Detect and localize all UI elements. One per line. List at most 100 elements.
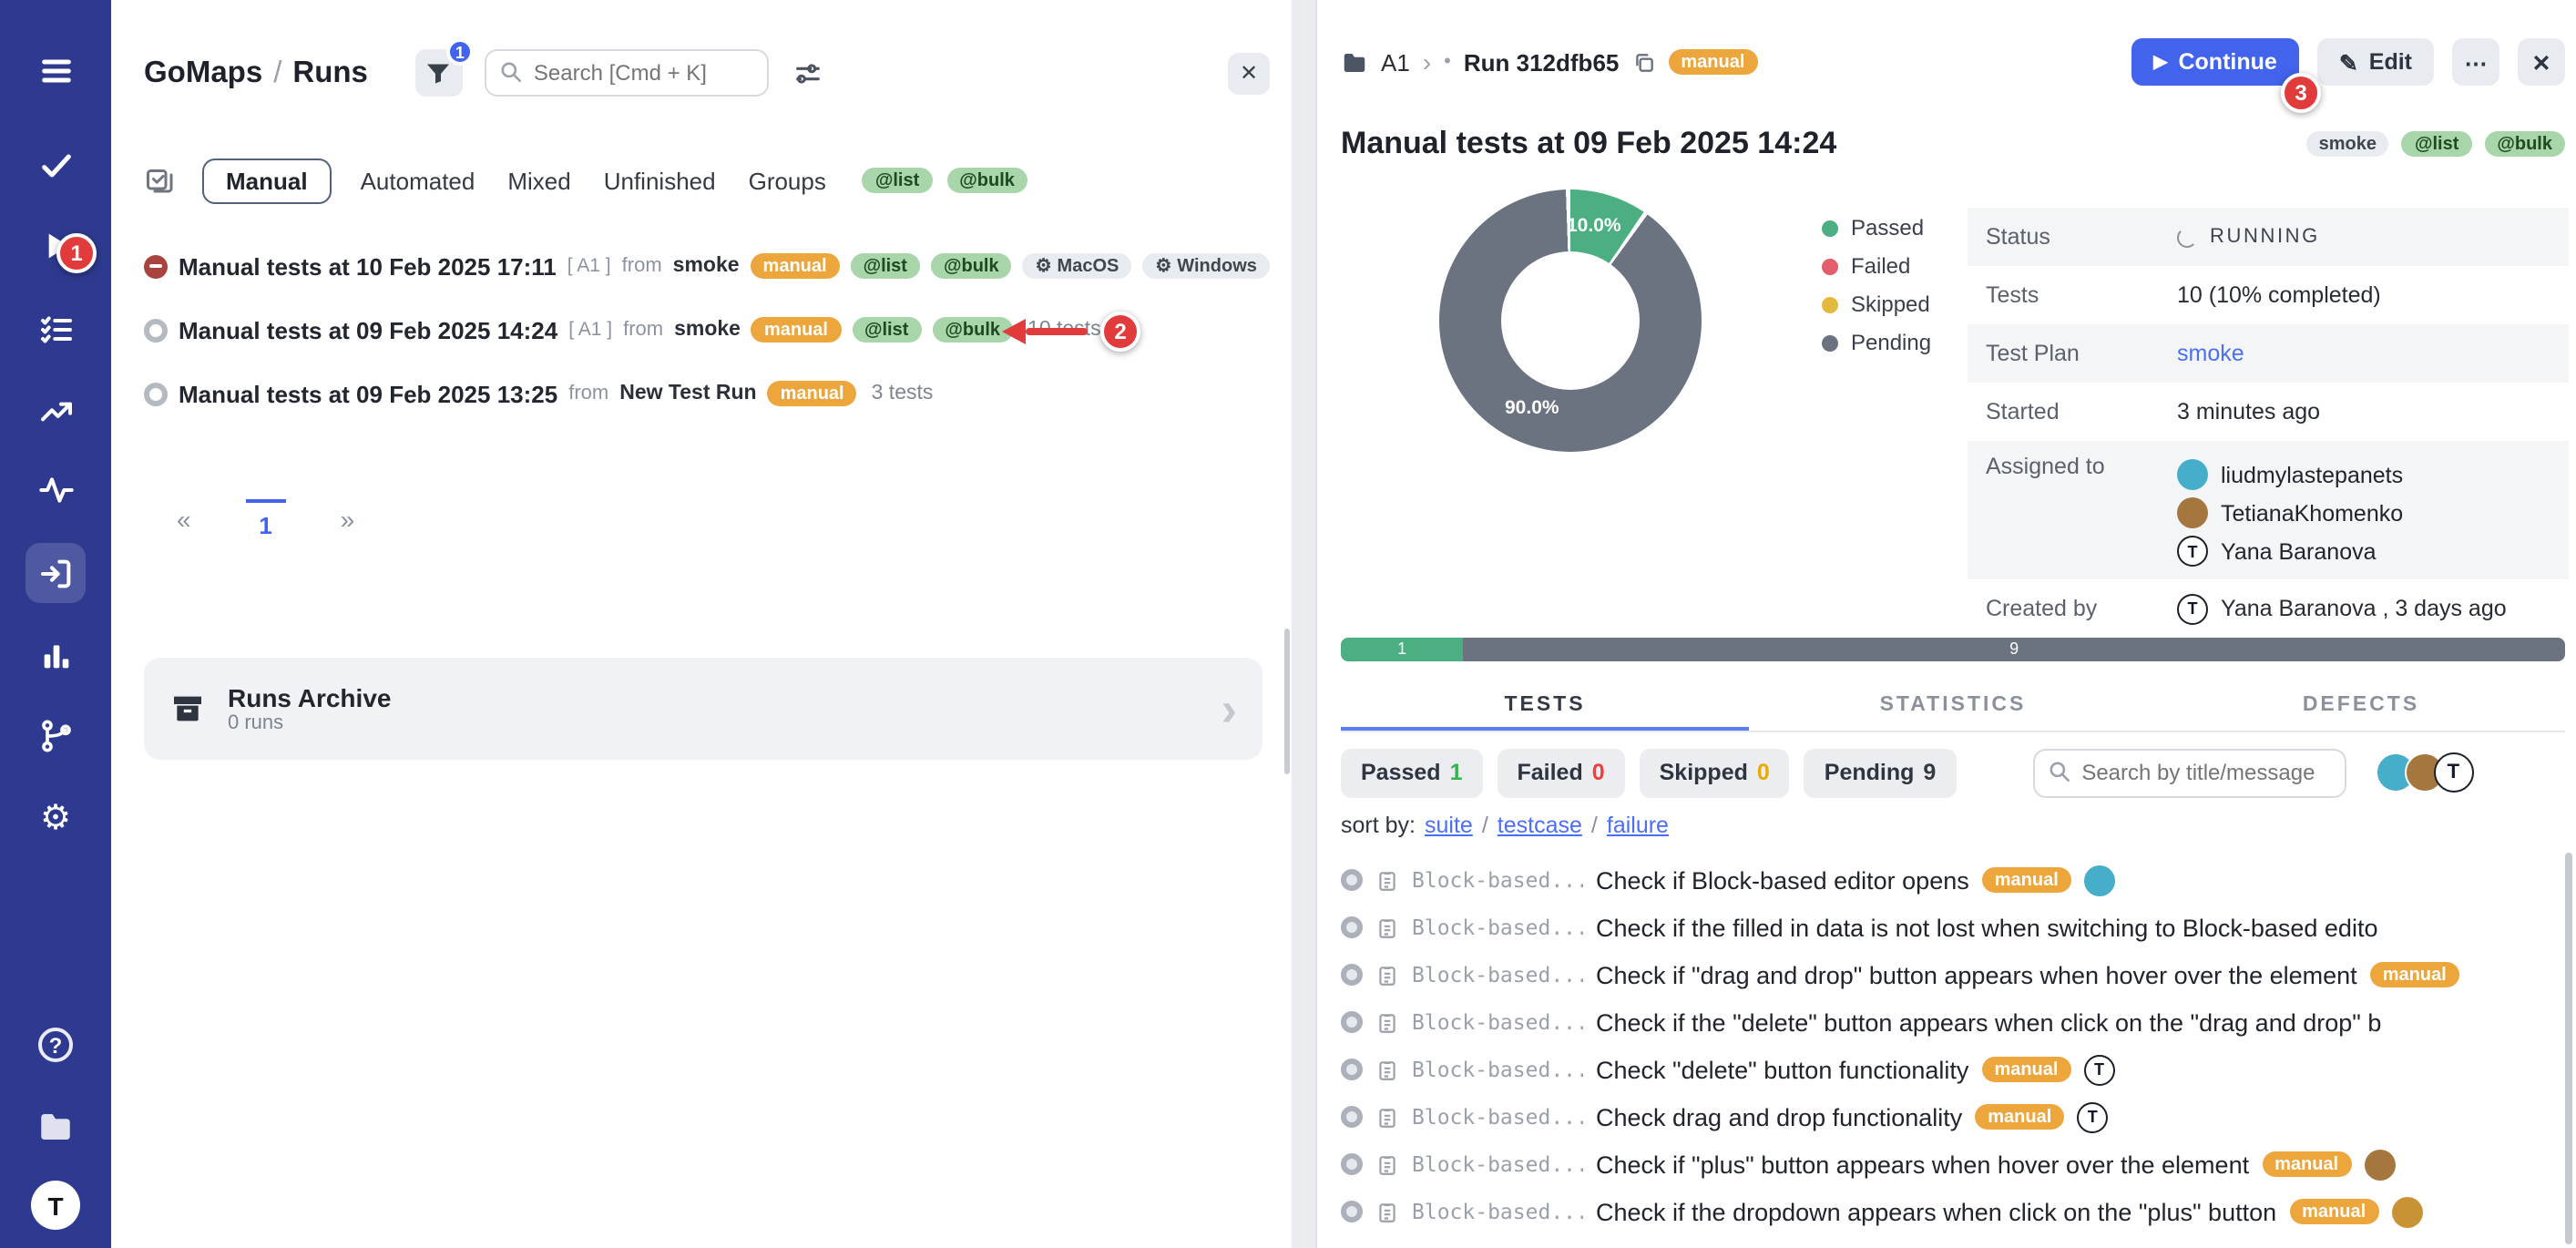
settings-gear-icon[interactable]: ⚙ [33, 796, 78, 842]
close-icon: ✕ [1240, 60, 1258, 86]
run-tag-badge: @list [852, 317, 921, 343]
tests-check-icon[interactable] [33, 142, 78, 188]
filter-count: 0 [1757, 760, 1770, 785]
test-row[interactable]: Block-based... Check if Block-based edit… [1341, 856, 2567, 904]
tab-tests[interactable]: TESTS [1341, 678, 1749, 731]
run-title: Manual tests at 09 Feb 2025 14:24 [179, 316, 557, 343]
test-row[interactable]: Block-based... Check "delete" button fun… [1341, 1046, 2567, 1093]
test-title[interactable]: Check if Block-based editor opens [1596, 866, 1969, 894]
run-detail-panel: A1 › • Run 312dfb65 manual ▶ Continue ✎ … [1317, 0, 2576, 1248]
projects-folder-icon[interactable] [33, 1104, 78, 1150]
tab-mixed[interactable]: Mixed [504, 159, 574, 201]
filter-pending[interactable]: Pending 9 [1804, 748, 1957, 797]
pagination-page-1[interactable]: 1 [246, 499, 286, 539]
pagination-next[interactable]: » [330, 501, 366, 537]
sort-by-testcase[interactable]: testcase [1498, 813, 1582, 838]
test-title[interactable]: Check drag and drop functionality [1596, 1103, 1962, 1130]
archive-title: Runs Archive [228, 682, 391, 713]
tab-unfinished[interactable]: Unfinished [600, 159, 720, 201]
assignee-avatar-stack[interactable]: T [2386, 752, 2473, 793]
reports-bar-chart-icon[interactable] [33, 632, 78, 678]
app-window: ⚙ ? T GoMaps / Runs 1 [0, 0, 2576, 1248]
edit-label: Edit [2369, 49, 2412, 75]
test-row[interactable]: Block-based... [1341, 1235, 2567, 1248]
tag-chip-list[interactable]: @list [863, 168, 932, 193]
filter-button[interactable]: 1 [415, 49, 463, 97]
close-panel-button[interactable]: ✕ [1228, 52, 1270, 94]
runs-archive-row[interactable]: Runs Archive 0 runs › [144, 658, 1262, 760]
breadcrumb-project[interactable]: A1 [1381, 48, 1410, 76]
test-title[interactable]: Check if the dropdown appears when click… [1596, 1198, 2276, 1225]
detail-row-created-by: Created by T Yana Baranova , 3 days ago [1968, 579, 2569, 638]
breadcrumb-page[interactable]: Runs [292, 56, 368, 90]
test-status-icon [1341, 869, 1363, 891]
copy-icon[interactable] [1631, 50, 1655, 74]
filter-failed[interactable]: Failed 0 [1497, 748, 1624, 797]
test-suite: Block-based... [1412, 1151, 1583, 1177]
edit-button[interactable]: ✎ Edit [2317, 38, 2434, 86]
run-title: Manual tests at 09 Feb 2025 13:25 [179, 380, 557, 407]
sort-by-suite[interactable]: suite [1425, 813, 1473, 838]
test-suite: Block-based... [1412, 1199, 1583, 1224]
checklist-icon[interactable] [33, 306, 78, 352]
pagination-prev[interactable]: « [166, 501, 202, 537]
detail-label: Started [1986, 399, 2177, 425]
run-list-item[interactable]: Manual tests at 09 Feb 2025 13:25 from N… [144, 368, 1277, 419]
tab-manual[interactable]: Manual [202, 158, 332, 203]
continue-button[interactable]: ▶ Continue [2131, 38, 2299, 86]
testcase-icon [1375, 1105, 1399, 1129]
chart-legend: Passed Failed Skipped Pending [1822, 215, 1931, 355]
test-row[interactable]: Block-based... Check if the "delete" but… [1341, 998, 2567, 1046]
test-plan-link[interactable]: smoke [2177, 341, 2244, 366]
test-row[interactable]: Block-based... Check drag and drop funct… [1341, 1093, 2567, 1141]
display-settings-icon[interactable] [787, 51, 831, 95]
arrow-shaft [1026, 328, 1088, 335]
activity-icon[interactable] [33, 466, 78, 512]
help-icon[interactable]: ? [33, 1022, 78, 1068]
integrations-branch-icon[interactable] [33, 712, 78, 758]
pencil-icon: ✎ [2339, 48, 2358, 76]
test-runs-active-icon[interactable] [26, 543, 86, 603]
run-progress-bar: 1 9 [1341, 638, 2565, 661]
search-input[interactable] [485, 49, 769, 97]
test-row[interactable]: Block-based... Check if the dropdown app… [1341, 1188, 2567, 1235]
user-avatar[interactable]: T [31, 1181, 80, 1230]
tests-search [2032, 748, 2346, 797]
assignee: T Yana Baranova [2177, 536, 2403, 567]
tag-chip-bulk[interactable]: @bulk [946, 168, 1027, 193]
breadcrumb-app[interactable]: GoMaps [144, 56, 262, 90]
test-title[interactable]: Check if the "delete" button appears whe… [1596, 1008, 2381, 1036]
trends-icon[interactable] [33, 388, 78, 434]
close-detail-button[interactable]: ✕ [2518, 38, 2565, 86]
assignee-avatar: T [2077, 1101, 2108, 1132]
test-row[interactable]: Block-based... Check if "plus" button ap… [1341, 1141, 2567, 1188]
donut-passed-label: 10.0% [1567, 215, 1621, 237]
more-button[interactable]: ⋯ [2452, 38, 2499, 86]
tests-scrollbar[interactable] [2565, 853, 2572, 1244]
test-title[interactable]: Check "delete" button functionality [1596, 1056, 1968, 1083]
test-title[interactable]: Check if "plus" button appears when hove… [1596, 1151, 2249, 1178]
test-row[interactable]: Block-based... Check if the filled in da… [1341, 904, 2567, 951]
test-title[interactable]: Check if the filled in data is not lost … [1596, 914, 2377, 941]
menu-icon[interactable] [33, 47, 78, 93]
tab-defects[interactable]: DEFECTS [2157, 678, 2565, 731]
tab-statistics[interactable]: STATISTICS [1749, 678, 2157, 731]
filter-passed[interactable]: Passed 1 [1341, 748, 1482, 797]
test-title[interactable]: Check if "drag and drop" button appears … [1596, 961, 2357, 988]
tab-groups[interactable]: Groups [745, 159, 830, 201]
tests-value: 10 (10% completed) [2177, 282, 2381, 308]
run-type-badge: manual [751, 317, 841, 343]
run-detail-header: A1 › • Run 312dfb65 manual ▶ Continue ✎ … [1341, 36, 2565, 87]
test-status-icon [1341, 1106, 1363, 1128]
tests-search-input[interactable] [2032, 748, 2346, 797]
sort-by-failure[interactable]: failure [1607, 813, 1669, 838]
folder-icon [1341, 48, 1368, 76]
filter-skipped[interactable]: Skipped 0 [1640, 748, 1790, 797]
test-row[interactable]: Block-based... Check if "drag and drop" … [1341, 951, 2567, 998]
run-from-label: from [623, 319, 663, 341]
legend-dot [1822, 296, 1838, 312]
tab-automated[interactable]: Automated [357, 159, 479, 201]
bulk-select-icon[interactable] [144, 164, 177, 197]
left-panel-scrollbar[interactable] [1284, 629, 1290, 774]
run-list-item[interactable]: Manual tests at 10 Feb 2025 17:11 [ A1 ]… [144, 240, 1277, 292]
